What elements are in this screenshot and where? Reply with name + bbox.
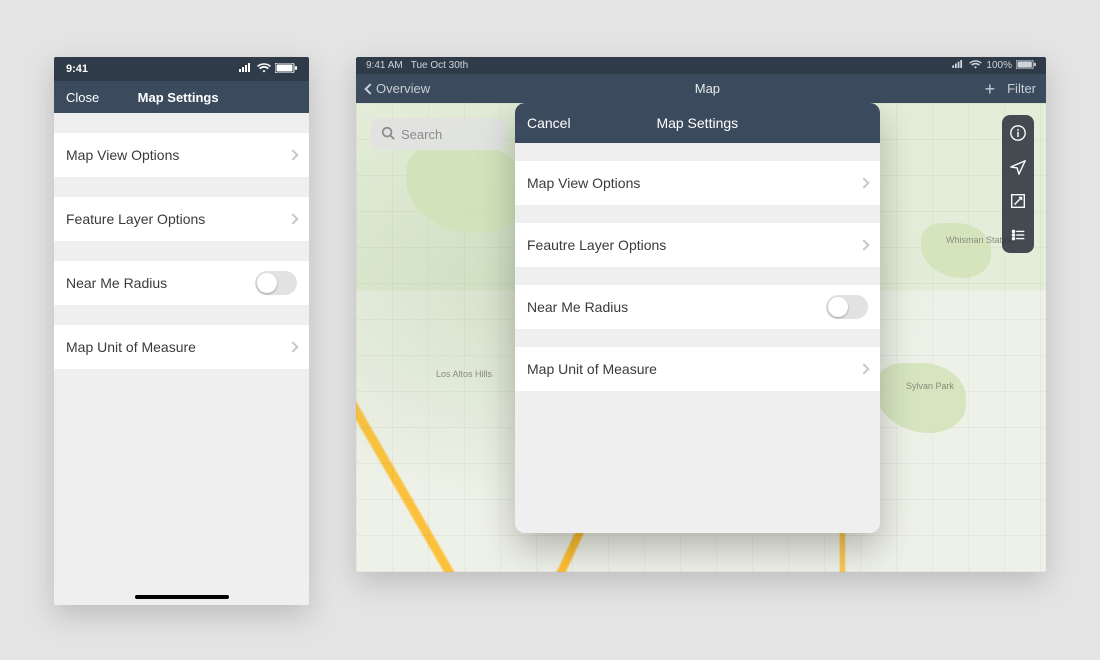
- tablet-header-title: Map: [430, 81, 984, 96]
- info-button[interactable]: [1002, 121, 1034, 145]
- tablet-status-icons: 100%: [952, 60, 1036, 72]
- tablet-frame: 9:41 AM Tue Oct 30th 100% Overview Map +…: [356, 57, 1046, 572]
- row-map-view-options[interactable]: Map View Options: [54, 133, 309, 177]
- tablet-status-time: 9:41 AM: [366, 60, 403, 71]
- map-canvas[interactable]: Los Altos Hills Sylvan Park Whisman Stat…: [356, 103, 1046, 572]
- row-map-unit-of-measure[interactable]: Map Unit of Measure: [515, 347, 880, 391]
- phone-settings-body: Map View Options Feature Layer Options N…: [54, 113, 309, 605]
- chevron-right-icon: [858, 239, 869, 250]
- phone-frame: 9:41 Close Map Settings Map View Options: [54, 57, 309, 605]
- phone-header-title: Map Settings: [59, 90, 297, 105]
- battery-icon: [1016, 60, 1036, 72]
- chevron-right-icon: [287, 149, 298, 160]
- sheet-header: Cancel Map Settings: [515, 103, 880, 143]
- phone-status-time: 9:41: [66, 63, 88, 75]
- locate-button[interactable]: [1002, 155, 1034, 179]
- map-settings-sheet: Cancel Map Settings Map View Options Fea…: [515, 103, 880, 533]
- tablet-status-date: Tue Oct 30th: [411, 60, 468, 71]
- map-tool-panel: [1002, 115, 1034, 253]
- chevron-right-icon: [287, 341, 298, 352]
- add-button[interactable]: +: [985, 80, 996, 98]
- row-label: Map View Options: [66, 147, 289, 163]
- search-placeholder: Search: [401, 127, 442, 142]
- sheet-title: Map Settings: [527, 115, 868, 131]
- cellular-icon: [239, 63, 253, 75]
- row-feature-layer-options[interactable]: Feature Layer Options: [54, 197, 309, 241]
- extent-button[interactable]: [1002, 189, 1034, 213]
- map-place-label: Los Altos Hills: [436, 369, 492, 379]
- near-me-toggle[interactable]: [826, 295, 868, 319]
- cellular-icon: [952, 60, 965, 71]
- back-button[interactable]: Overview: [366, 81, 430, 96]
- wifi-icon: [969, 60, 982, 72]
- row-label: Near Me Radius: [527, 299, 826, 315]
- chevron-right-icon: [858, 177, 869, 188]
- phone-status-bar: 9:41: [54, 57, 309, 81]
- row-label: Near Me Radius: [66, 275, 255, 291]
- layers-button[interactable]: [1002, 223, 1034, 247]
- chevron-left-icon: [364, 83, 375, 94]
- row-map-view-options[interactable]: Map View Options: [515, 161, 880, 205]
- row-map-unit-of-measure[interactable]: Map Unit of Measure: [54, 325, 309, 369]
- filter-button[interactable]: Filter: [1007, 81, 1036, 96]
- sheet-body: Map View Options Feautre Layer Options N…: [515, 143, 880, 391]
- map-place-label: Sylvan Park: [906, 381, 954, 391]
- search-input[interactable]: Search: [371, 118, 506, 150]
- tablet-header: Overview Map + Filter: [356, 74, 1046, 103]
- battery-icon: [275, 63, 297, 76]
- row-label: Map View Options: [527, 175, 860, 191]
- search-icon: [381, 126, 395, 143]
- row-label: Map Unit of Measure: [527, 361, 860, 377]
- row-label: Feature Layer Options: [66, 211, 289, 227]
- row-label: Feautre Layer Options: [527, 237, 860, 253]
- back-label: Overview: [376, 81, 430, 96]
- chevron-right-icon: [858, 363, 869, 374]
- row-label: Map Unit of Measure: [66, 339, 289, 355]
- row-near-me-radius[interactable]: Near Me Radius: [54, 261, 309, 305]
- row-near-me-radius[interactable]: Near Me Radius: [515, 285, 880, 329]
- home-indicator: [135, 595, 229, 599]
- phone-header: Close Map Settings: [54, 81, 309, 113]
- phone-status-icons: [239, 63, 297, 76]
- battery-pct-label: 100%: [986, 60, 1012, 71]
- tablet-status-bar: 9:41 AM Tue Oct 30th 100%: [356, 57, 1046, 74]
- row-feature-layer-options[interactable]: Feautre Layer Options: [515, 223, 880, 267]
- wifi-icon: [257, 63, 271, 76]
- chevron-right-icon: [287, 213, 298, 224]
- near-me-toggle[interactable]: [255, 271, 297, 295]
